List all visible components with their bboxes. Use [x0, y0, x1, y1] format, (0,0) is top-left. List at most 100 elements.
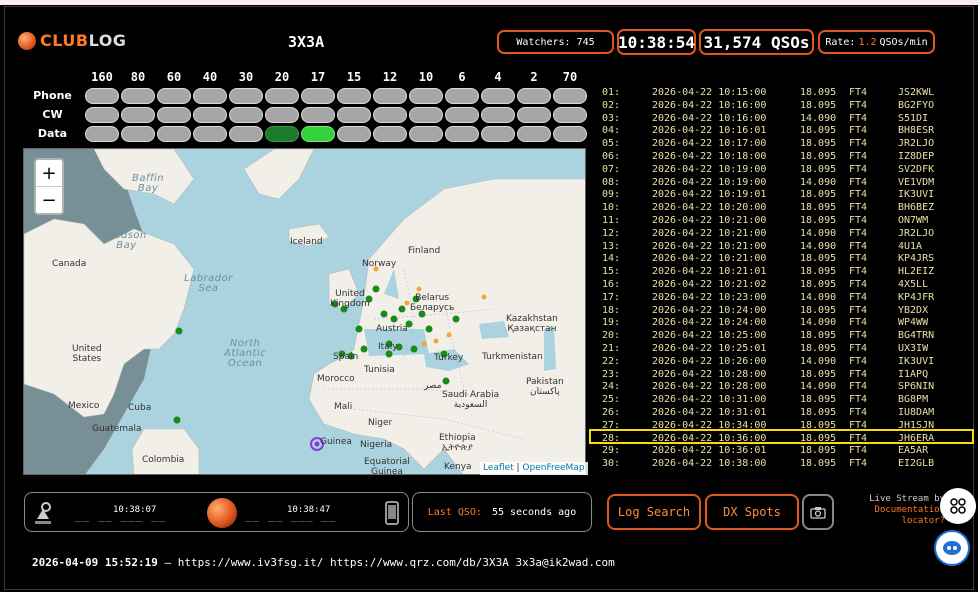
qso-call[interactable]: I1APQ: [898, 369, 928, 380]
band-cell-data-160[interactable]: [85, 126, 119, 142]
qso-call[interactable]: YB2DX: [898, 305, 928, 316]
qso-call[interactable]: JR2LJO: [898, 228, 934, 239]
band-cell-phone-17[interactable]: [301, 88, 335, 104]
band-cell-phone-160[interactable]: [85, 88, 119, 104]
qso-call[interactable]: JR2LJO: [898, 138, 934, 149]
band-cell-data-4[interactable]: [481, 126, 515, 142]
band-cell-data-60[interactable]: [157, 126, 191, 142]
qso-call[interactable]: ON7WM: [898, 215, 928, 226]
qso-call[interactable]: UX3IW: [898, 343, 928, 354]
qso-freq: 18.095: [800, 202, 837, 214]
qso-n: 18:: [602, 304, 621, 316]
qso-call[interactable]: 4U1A: [898, 241, 922, 252]
qso-call[interactable]: BH6BEZ: [898, 202, 934, 213]
qso-call[interactable]: KP4JFR: [898, 292, 934, 303]
band-cell-phone-70[interactable]: [553, 88, 587, 104]
qso-n: 22:: [602, 355, 621, 367]
band-cell-data-70[interactable]: [553, 126, 587, 142]
qso-call[interactable]: S51DI: [898, 113, 928, 124]
qso-map[interactable]: Baffin Bay Hudson Bay Labrador Sea North Atl…: [23, 148, 586, 475]
band-cell-phone-60[interactable]: [157, 88, 191, 104]
band-cell-phone-15[interactable]: [337, 88, 371, 104]
log-search-button[interactable]: Log Search: [607, 494, 701, 530]
band-cell-data-40[interactable]: [193, 126, 227, 142]
band-cell-phone-40[interactable]: [193, 88, 227, 104]
band-cell-cw-160[interactable]: [85, 107, 119, 123]
band-cell-data-80[interactable]: [121, 126, 155, 142]
assistant-button[interactable]: [934, 530, 970, 566]
qso-call[interactable]: BG2FYO: [898, 100, 934, 111]
band-cell-data-12[interactable]: [373, 126, 407, 142]
band-cell-phone-12[interactable]: [373, 88, 407, 104]
qso-call[interactable]: IU8DAM: [898, 407, 934, 418]
band-cell-cw-20[interactable]: [265, 107, 299, 123]
band-cell-cw-70[interactable]: [553, 107, 587, 123]
band-cell-phone-4[interactable]: [481, 88, 515, 104]
footer-links[interactable]: — https://www.iv3fsg.it/ https://www.qrz…: [164, 556, 614, 569]
band-cell-data-30[interactable]: [229, 126, 263, 142]
utc-clock: 10:38:54: [617, 29, 696, 55]
band-cell-data-10[interactable]: [409, 126, 443, 142]
band-cell-phone-30[interactable]: [229, 88, 263, 104]
qso-call[interactable]: 4X5LL: [898, 279, 928, 290]
band-cell-cw-17[interactable]: [301, 107, 335, 123]
qso-row: 03: 2026-04-22 10:16:00 14.090 FT4 S51DI: [602, 113, 978, 126]
qso-call[interactable]: HL2EIZ: [898, 266, 934, 277]
band-cell-cw-15[interactable]: [337, 107, 371, 123]
grid-menu-button[interactable]: [940, 488, 976, 524]
band-cell-cw-30[interactable]: [229, 107, 263, 123]
camera-button[interactable]: [802, 494, 834, 530]
band-cell-phone-20[interactable]: [265, 88, 299, 104]
dx-spots-button[interactable]: DX Spots: [705, 494, 799, 530]
band-cell-data-17[interactable]: [301, 126, 335, 142]
band-cell-cw-60[interactable]: [157, 107, 191, 123]
band-cell-phone-10[interactable]: [409, 88, 443, 104]
qso-call[interactable]: JS2KWL: [898, 87, 934, 98]
qso-call[interactable]: EA5AR: [898, 445, 928, 456]
band-cell-phone-80[interactable]: [121, 88, 155, 104]
band-cell-cw-10[interactable]: [409, 107, 443, 123]
qso-call[interactable]: KP4JRS: [898, 253, 934, 264]
band-cell-data-15[interactable]: [337, 126, 371, 142]
band-cell-data-2[interactable]: [517, 126, 551, 142]
qso-call[interactable]: IK3UVI: [898, 356, 934, 367]
leaflet-link[interactable]: Leaflet: [483, 463, 514, 473]
band-cell-cw-40[interactable]: [193, 107, 227, 123]
zoom-out-button[interactable]: −: [36, 187, 62, 213]
label-hudson-bay: Hudson Bay: [106, 230, 147, 251]
qso-call[interactable]: WP4WW: [898, 317, 928, 328]
qso-call[interactable]: SV2DFK: [898, 164, 934, 175]
band-cell-cw-4[interactable]: [481, 107, 515, 123]
qso-row: 17: 2026-04-22 10:23:00 14.090 FT4 KP4JFR: [602, 292, 978, 305]
zoom-in-button[interactable]: +: [36, 160, 62, 187]
globe-icon: [207, 498, 237, 528]
clublog-logo[interactable]: CLUBLOG: [18, 31, 126, 50]
qso-call[interactable]: BG8PM: [898, 394, 928, 405]
map-attribution: Leaflet | OpenFreeMap: [480, 462, 588, 475]
band-cell-phone-6[interactable]: [445, 88, 479, 104]
qso-call[interactable]: BH8ESR: [898, 125, 934, 136]
qso-call[interactable]: SP6NIN: [898, 381, 934, 392]
qso-call[interactable]: BG4TRN: [898, 330, 934, 341]
band-cell-cw-6[interactable]: [445, 107, 479, 123]
documentation-link[interactable]: Documentation: [850, 505, 945, 516]
qso-mode: FT4: [849, 279, 868, 290]
locator-link[interactable]: locator?: [850, 516, 945, 527]
qso-mode: FT4: [849, 291, 868, 303]
qso-call[interactable]: EI2GLB: [898, 458, 934, 469]
qso-n: 17:: [602, 291, 621, 303]
qso-row: 05: 2026-04-22 10:17:00 18.095 FT4 JR2LJO: [602, 138, 978, 151]
qso-row: 07: 2026-04-22 10:19:00 18.095 FT4 SV2DFK: [602, 164, 978, 177]
qso-row: 02: 2026-04-22 10:16:00 18.095 FT4 BG2FYO: [602, 100, 978, 113]
band-cell-data-6[interactable]: [445, 126, 479, 142]
qso-row: 29: 2026-04-22 10:36:01 18.095 FT4 EA5AR: [602, 445, 978, 458]
band-cell-cw-2[interactable]: [517, 107, 551, 123]
band-cell-phone-2[interactable]: [517, 88, 551, 104]
openfreemap-link[interactable]: OpenFreeMap: [522, 463, 584, 473]
band-cell-cw-80[interactable]: [121, 107, 155, 123]
qso-call[interactable]: IZ8DEP: [898, 151, 934, 162]
qso-call[interactable]: IK3UVI: [898, 189, 934, 200]
qso-call[interactable]: VE1VDM: [898, 177, 934, 188]
band-cell-data-20[interactable]: [265, 126, 299, 142]
band-cell-cw-12[interactable]: [373, 107, 407, 123]
